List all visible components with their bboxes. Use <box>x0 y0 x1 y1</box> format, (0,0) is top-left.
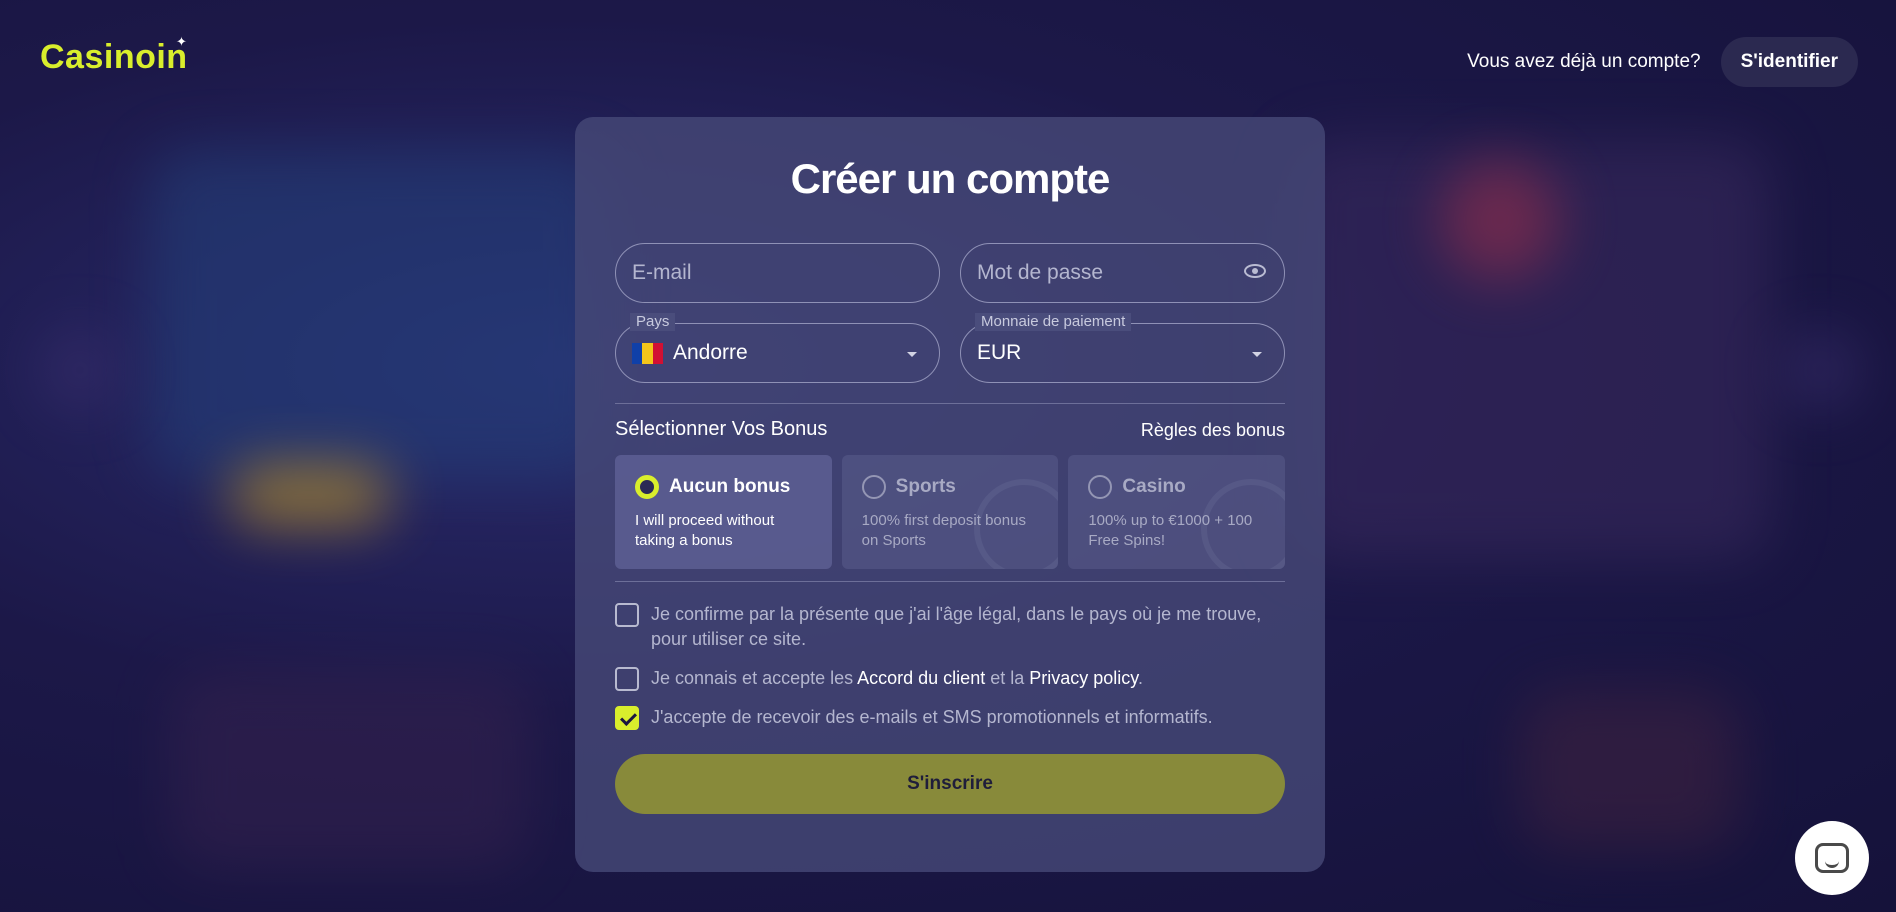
marketing-consent-text: J'accepte de recevoir des e-mails et SMS… <box>651 707 1213 727</box>
chevron-down-icon <box>907 352 917 357</box>
country-value: Andorre <box>673 341 748 364</box>
bonus-option-description: I will proceed without taking a bonus <box>635 512 775 549</box>
background-blob <box>170 670 530 870</box>
locale-row: Pays Andorre Monnaie de paiement EUR <box>615 313 1285 383</box>
header-account: Vous avez déjà un compte? S'identifier <box>1467 37 1858 87</box>
privacy-policy-link[interactable]: Privacy policy <box>1029 668 1138 688</box>
bonus-option-casino[interactable]: Casino 100% up to €1000 + 100 Free Spins… <box>1068 455 1286 569</box>
age-checkbox[interactable] <box>615 603 639 627</box>
bonus-option-name: Casino <box>1122 476 1186 497</box>
terms-suffix: . <box>1137 668 1143 688</box>
currency-legend: Monnaie de paiement <box>975 313 1132 331</box>
radio-icon[interactable] <box>861 475 886 499</box>
age-consent-text: Je confirme par la présente que j'ai l'â… <box>651 604 1262 649</box>
chevron-down-icon <box>1252 352 1262 357</box>
bonus-option-name: Aucun bonus <box>669 476 791 497</box>
background-blob <box>1440 160 1560 280</box>
register-button[interactable]: S'inscrire <box>615 754 1285 814</box>
country-select[interactable]: Pays Andorre <box>615 313 940 383</box>
background-blob <box>1780 330 1860 410</box>
client-agreement-link[interactable]: Accord du client <box>857 668 985 688</box>
credentials-row: E-mail Mot de passe <box>615 243 1285 303</box>
age-consent: Je confirme par la présente que j'ai l'â… <box>615 602 1285 652</box>
password-field[interactable]: Mot de passe <box>960 243 1285 303</box>
login-button[interactable]: S'identifier <box>1720 37 1858 87</box>
brand-logo[interactable]: Casinoin ✦ <box>40 34 188 77</box>
background-blob <box>150 150 610 480</box>
account-question: Vous avez déjà un compte? <box>1467 51 1701 72</box>
background-blob <box>1520 690 1740 850</box>
marketing-checkbox[interactable] <box>615 706 639 730</box>
registration-card: Créer un compte E-mail Mot de passe Pays… <box>575 117 1325 872</box>
bonus-section-title: Sélectionner Vos Bonus <box>615 418 828 440</box>
terms-prefix: Je connais et accepte les <box>651 668 858 688</box>
country-legend: Pays <box>630 313 676 331</box>
chat-button[interactable] <box>1795 821 1869 895</box>
marketing-consent: J'accepte de recevoir des e-mails et SMS… <box>615 705 1285 730</box>
andorra-flag-icon <box>632 342 663 364</box>
divider <box>615 581 1285 582</box>
bonus-rules-link[interactable]: Règles des bonus <box>1141 420 1285 441</box>
currency-value: EUR <box>977 341 1022 364</box>
chat-icon <box>1815 843 1849 873</box>
sparkle-icon: ✦ <box>176 34 188 49</box>
page-title: Créer un compte <box>790 155 1111 202</box>
logo-text: Casinoin <box>40 38 188 76</box>
bonus-options: Aucun bonus I will proceed without takin… <box>615 455 1286 569</box>
bonus-option-none[interactable]: Aucun bonus I will proceed without takin… <box>615 455 832 569</box>
terms-middle: et la <box>985 668 1030 688</box>
currency-select[interactable]: Monnaie de paiement EUR <box>960 313 1285 383</box>
bonus-option-name: Sports <box>895 476 956 497</box>
radio-icon[interactable] <box>1088 475 1113 499</box>
background-blob <box>40 330 120 410</box>
terms-consent-text: Je connais et accepte les Accord du clie… <box>651 666 1143 691</box>
terms-checkbox[interactable] <box>615 667 639 691</box>
email-placeholder: E-mail <box>632 261 692 284</box>
bonus-header: Sélectionner Vos Bonus Règles des bonus <box>615 418 1285 441</box>
bonus-option-sports[interactable]: Sports 100% first deposit bonus on Sport… <box>841 455 1059 569</box>
radio-selected-icon[interactable] <box>635 475 659 499</box>
password-placeholder: Mot de passe <box>977 261 1104 284</box>
background-blob <box>230 465 390 525</box>
email-field[interactable]: E-mail <box>615 243 940 303</box>
terms-consent: Je connais et accepte les Accord du clie… <box>615 666 1285 691</box>
eye-icon[interactable] <box>1244 264 1266 278</box>
divider <box>615 403 1285 404</box>
